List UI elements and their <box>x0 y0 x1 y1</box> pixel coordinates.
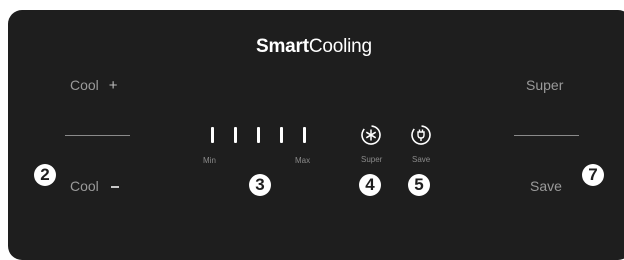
callout-5: 5 <box>408 174 430 196</box>
left-divider <box>65 135 130 136</box>
panel-title: SmartCooling <box>256 36 372 58</box>
save-button[interactable]: Save <box>530 178 562 194</box>
cool-minus-label: Cool <box>70 178 99 194</box>
super-button[interactable]: Super <box>526 77 563 93</box>
save-button-label: Save <box>530 178 562 194</box>
callout-7: 7 <box>582 164 604 186</box>
callout-3: 3 <box>249 174 271 196</box>
scale-max-label: Max <box>295 156 311 165</box>
cool-minus-button[interactable]: Cool <box>70 178 99 194</box>
eco-plug-icon[interactable] <box>410 124 432 146</box>
callout-4: 4 <box>359 174 381 196</box>
control-panel-figure: SmartCooling Cool + 2 Cool Min Max 3 Sup… <box>0 0 624 260</box>
temp-level-bar-4[interactable] <box>280 127 283 143</box>
right-divider <box>514 135 579 136</box>
title-bold: Smart <box>256 36 309 57</box>
callout-2: 2 <box>34 164 56 186</box>
scale-min-label: Min <box>203 156 216 165</box>
temp-level-bar-5[interactable] <box>303 127 306 143</box>
plus-icon: + <box>108 77 118 94</box>
super-mode-label: Super <box>361 155 383 164</box>
snowflake-icon[interactable] <box>360 124 382 146</box>
save-mode-label: Save <box>412 155 431 164</box>
temp-level-bar-3[interactable] <box>257 127 260 143</box>
super-button-label: Super <box>526 77 564 93</box>
temp-level-bar-1[interactable] <box>211 127 214 143</box>
cool-plus-label: Cool <box>70 77 99 93</box>
cool-plus-button[interactable]: Cool + <box>70 77 117 94</box>
title-regular: Cooling <box>308 36 372 57</box>
temp-level-bar-2[interactable] <box>234 127 237 143</box>
minus-icon <box>111 186 119 188</box>
